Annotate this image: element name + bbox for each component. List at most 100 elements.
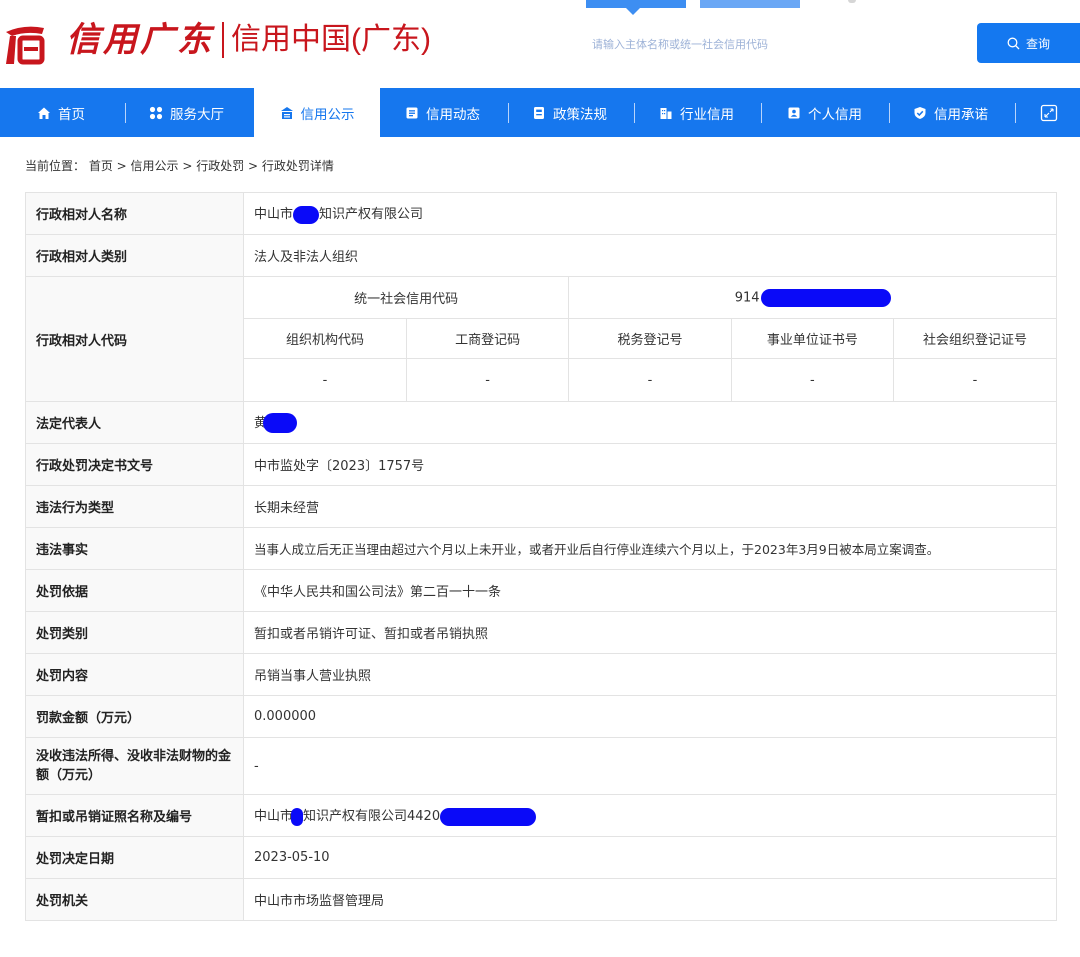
site-header: 信用广东 信用中国(广东) 查询 [0,0,1080,88]
code-header: 社会组织登记证号 [893,318,1056,359]
field-label: 罚款金额（万元） [25,695,244,738]
nav-separator [634,103,635,123]
field-label: 行政处罚决定书文号 [25,443,244,486]
building-icon [660,107,672,119]
table-row: 暂扣或吊销证照名称及编号 中山市 知识产权有限公司4420 [25,794,1057,837]
table-row: 行政相对人代码 统一社会信用代码 914 组织机构代码 工商登记码 税务登记号 … [25,276,1057,402]
table-row: 违法行为类型 长期未经营 [25,485,1057,528]
nav-item-policy[interactable]: 政策法规 [532,88,607,137]
code-header: 税务登记号 [568,318,732,359]
field-value: 0.000000 [243,695,1057,738]
nav-item-label: 政策法规 [553,106,607,123]
table-row: 处罚依据 《中华人民共和国公司法》第二百一十一条 [25,569,1057,612]
brand-logo-text[interactable]: 信用广东 [66,18,214,62]
field-label: 没收违法所得、没收非法财物的金额（万元） [25,737,244,795]
document-icon [534,106,544,119]
redaction-mark [291,807,304,826]
code-grid-cell: 统一社会信用代码 914 组织机构代码 工商登记码 税务登记号 事业单位证书号 … [243,276,1057,402]
table-row: 违法事实 当事人成立后无正当理由超过六个月以上未开业，或者开业后自行停业连续六个… [25,527,1057,570]
uscc-value: 914 [568,277,1056,319]
field-label: 行政相对人名称 [25,192,244,235]
top-tab-caret [626,8,640,15]
table-row: 没收违法所得、没收非法财物的金额（万元） - [25,737,1057,795]
nav-item-label: 行业信用 [680,106,734,123]
nav-item-credit-notice[interactable]: 信用公示 [254,88,380,137]
top-tab[interactable] [700,0,800,8]
notice-icon [280,106,293,119]
nav-item-personal-credit[interactable]: 个人信用 [787,88,862,137]
field-value: 吊销当事人营业执照 [243,653,1057,696]
field-label: 违法事实 [25,527,244,570]
field-value: 2023-05-10 [243,836,1057,879]
person-card-icon [788,107,800,118]
nav-item-label: 信用公示 [300,106,355,123]
breadcrumb-path[interactable]: 首页 > 信用公示 > 行政处罚 > 行政处罚详情 [89,159,334,173]
uscc-prefix: 914 [734,290,760,305]
top-tab-active[interactable] [586,0,686,8]
field-value-legal-rep: 黄 [243,401,1057,444]
field-label: 暂扣或吊销证照名称及编号 [25,794,244,837]
table-row: 行政相对人名称 中山市 知识产权有限公司 [25,192,1057,235]
nav-separator [508,103,509,123]
nav-separator [761,103,762,123]
expand-icon [1040,104,1058,121]
search-input[interactable] [590,24,974,64]
field-value: 中山市市场监督管理局 [243,878,1057,921]
brand-divider [222,22,224,58]
breadcrumb-prefix: 当前位置： [25,159,86,173]
redaction-mark [760,288,891,307]
license-prefix: 中山市 [254,809,294,825]
field-label: 违法行为类型 [25,485,244,528]
code-header: 事业单位证书号 [731,318,895,359]
code-value: - [893,358,1056,401]
nav-item-label: 信用承诺 [934,106,988,123]
field-label: 处罚类别 [25,611,244,654]
code-value: - [244,358,407,401]
grid-icon [149,106,163,119]
nav-item-home[interactable]: 首页 [37,88,85,137]
nav-separator [125,103,126,123]
credit-logo-icon[interactable] [2,22,48,66]
code-header: 组织机构代码 [244,318,407,359]
nav-item-service-hall[interactable]: 服务大厅 [149,88,224,137]
nav-item-credit-news[interactable]: 信用动态 [405,88,480,137]
field-label: 处罚依据 [25,569,244,612]
field-value: 暂扣或者吊销许可证、暂扣或者吊销执照 [243,611,1057,654]
nav-item-industry-credit[interactable]: 行业信用 [659,88,734,137]
field-value: 长期未经营 [243,485,1057,528]
top-indicator [848,0,856,3]
news-icon [406,107,418,118]
code-grid: 统一社会信用代码 914 组织机构代码 工商登记码 税务登记号 事业单位证书号 … [244,277,1056,401]
name-suffix: 知识产权有限公司 [319,207,424,223]
field-value: 法人及非法人组织 [243,234,1057,277]
nav-item-label: 信用动态 [426,106,480,123]
table-row: 处罚机关 中山市市场监督管理局 [25,878,1057,921]
uscc-label: 统一社会信用代码 [244,277,570,319]
breadcrumb: 当前位置： 首页 > 信用公示 > 行政处罚 > 行政处罚详情 [25,157,334,174]
field-label: 处罚内容 [25,653,244,696]
shield-check-icon [914,106,926,119]
search-button[interactable]: 查询 [977,23,1080,63]
search-icon [1007,37,1020,49]
redaction-mark [293,205,320,224]
nav-item-label: 首页 [58,106,85,123]
search-button-label: 查询 [1025,36,1050,51]
field-label: 法定代表人 [25,401,244,444]
penalty-detail-table: 行政相对人名称 中山市 知识产权有限公司 行政相对人类别 法人及非法人组织 行政相… [25,192,1057,921]
field-label: 处罚机关 [25,878,244,921]
field-value: 当事人成立后无正当理由超过六个月以上未开业，或者开业后自行停业连续六个月以上，于… [243,527,1057,570]
home-icon [38,107,50,119]
field-label: 行政相对人代码 [25,276,244,402]
brand-title[interactable]: 信用中国(广东) [231,18,431,62]
name-prefix: 中山市 [254,207,294,223]
field-value: 中市监处字〔2023〕1757号 [243,443,1057,486]
table-row: 处罚内容 吊销当事人营业执照 [25,653,1057,696]
code-value: - [568,358,732,401]
field-value: 《中华人民共和国公司法》第二百一十一条 [243,569,1057,612]
field-value-license: 中山市 知识产权有限公司4420 [243,794,1057,837]
nav-item-credit-commitment[interactable]: 信用承诺 [913,88,988,137]
nav-item-label: 服务大厅 [170,106,224,123]
table-row: 行政相对人类别 法人及非法人组织 [25,234,1057,277]
nav-expand-button[interactable] [1040,88,1058,137]
redaction-mark [263,413,298,434]
